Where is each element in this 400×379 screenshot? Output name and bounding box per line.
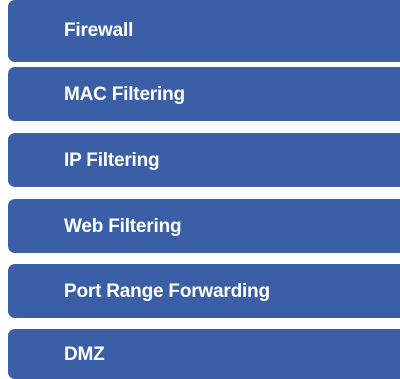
menu-item-port-range-forwarding[interactable]: Port Range Forwarding <box>8 264 400 318</box>
firewall-submenu: Firewall MAC Filtering IP Filtering Web … <box>0 0 400 379</box>
menu-item-label: Port Range Forwarding <box>64 280 270 302</box>
menu-item-dmz[interactable]: DMZ <box>8 329 400 379</box>
menu-item-label: IP Filtering <box>64 149 160 171</box>
menu-item-ip-filtering[interactable]: IP Filtering <box>8 133 400 187</box>
menu-item-mac-filtering[interactable]: MAC Filtering <box>8 67 400 121</box>
menu-item-web-filtering[interactable]: Web Filtering <box>8 199 400 253</box>
menu-item-label: Firewall <box>64 19 134 41</box>
menu-item-label: Web Filtering <box>64 215 182 237</box>
menu-item-label: DMZ <box>64 343 105 365</box>
menu-item-label: MAC Filtering <box>64 83 185 105</box>
menu-item-firewall[interactable]: Firewall <box>8 0 400 62</box>
